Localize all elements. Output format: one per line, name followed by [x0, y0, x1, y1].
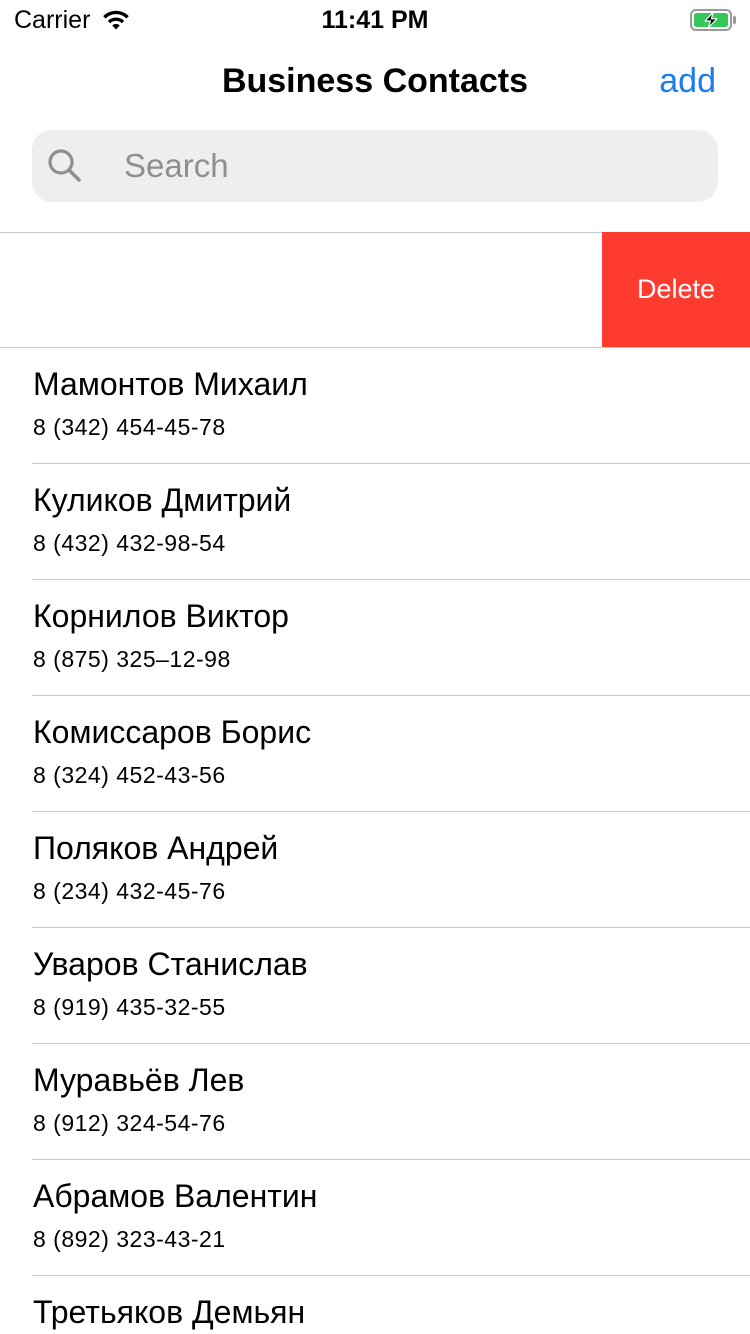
contact-row[interactable]: Абрамов Валентин 8 (892) 323-43-21 [0, 1160, 750, 1276]
contact-name: Муравьёв Лев [33, 1062, 245, 1098]
contact-row[interactable]: Мамонтов Михаил 8 (342) 454-45-78 [0, 348, 750, 464]
contact-phone: 8 (875) 325–12-98 [33, 646, 231, 672]
contact-phone: 8 (324) 452-43-56 [33, 762, 226, 788]
status-bar: Carrier 11:41 PM [0, 0, 750, 40]
contact-row-content[interactable]: Абрамов Валентин 8 (892) 323-43-21 [0, 1160, 750, 1276]
contact-row-content[interactable]: Корнилов Виктор 8 (875) 325–12-98 [0, 580, 750, 696]
contact-row[interactable]: Муравьёв Лев 8 (912) 324-54-76 [0, 1044, 750, 1160]
contact-row-content[interactable]: Куликов Дмитрий 8 (432) 432-98-54 [0, 464, 750, 580]
contact-phone: 8 (342) 454-45-78 [33, 414, 226, 440]
contact-list: в Семён34-45-45 Delete Мамонтов Михаил 8 (3… [0, 232, 750, 1334]
contact-phone: 8 (919) 435-32-55 [33, 994, 226, 1020]
contact-row[interactable]: Третьяков Демьян [0, 1276, 750, 1334]
contact-phone: 8 (234) 432-45-76 [33, 878, 226, 904]
contact-name: Корнилов Виктор [33, 598, 289, 634]
contact-name: Комиссаров Борис [33, 714, 312, 750]
contact-name: Абрамов Валентин [33, 1178, 318, 1214]
contact-row-content[interactable]: Комиссаров Борис 8 (324) 452-43-56 [0, 696, 750, 812]
contact-row-content[interactable]: Поляков Андрей 8 (234) 432-45-76 [0, 812, 750, 928]
clock: 11:41 PM [321, 6, 429, 34]
page-title: Business Contacts [221, 62, 529, 100]
contact-row[interactable]: Уваров Станислав 8 (919) 435-32-55 [0, 928, 750, 1044]
contact-row[interactable]: в Семён34-45-45 Delete [0, 232, 750, 348]
contact-row-content[interactable]: Третьяков Демьян [0, 1276, 750, 1334]
contact-name: Поляков Андрей [33, 830, 279, 866]
contact-name: Мамонтов Михаил [33, 366, 308, 402]
contact-phone: 8 (432) 432-98-54 [33, 530, 226, 556]
contact-phone: 8 (912) 324-54-76 [33, 1110, 226, 1136]
contact-phone: 8 (892) 323-43-21 [33, 1226, 226, 1252]
add-contact-button[interactable]: add [659, 62, 716, 101]
contact-row-content[interactable]: Муравьёв Лев 8 (912) 324-54-76 [0, 1044, 750, 1160]
contact-row-content[interactable]: в Семён34-45-45 [0, 232, 380, 348]
search-input[interactable] [124, 130, 704, 202]
delete-button[interactable]: Delete [602, 232, 750, 347]
search-bar[interactable] [32, 130, 718, 202]
contact-name: Уваров Станислав [33, 946, 308, 982]
contact-name: Третьяков Демьян [33, 1294, 306, 1330]
contact-row[interactable]: Корнилов Виктор 8 (875) 325–12-98 [0, 580, 750, 696]
battery-charging-icon [690, 9, 736, 31]
contact-row[interactable]: Комиссаров Борис 8 (324) 452-43-56 [0, 696, 750, 812]
search-icon [48, 149, 81, 182]
contact-row[interactable]: Поляков Андрей 8 (234) 432-45-76 [0, 812, 750, 928]
contact-row[interactable]: Куликов Дмитрий 8 (432) 432-98-54 [0, 464, 750, 580]
contact-row-content[interactable]: Уваров Станислав 8 (919) 435-32-55 [0, 928, 750, 1044]
contact-name: Куликов Дмитрий [33, 482, 292, 518]
contact-row-content[interactable]: Мамонтов Михаил 8 (342) 454-45-78 [0, 348, 750, 464]
